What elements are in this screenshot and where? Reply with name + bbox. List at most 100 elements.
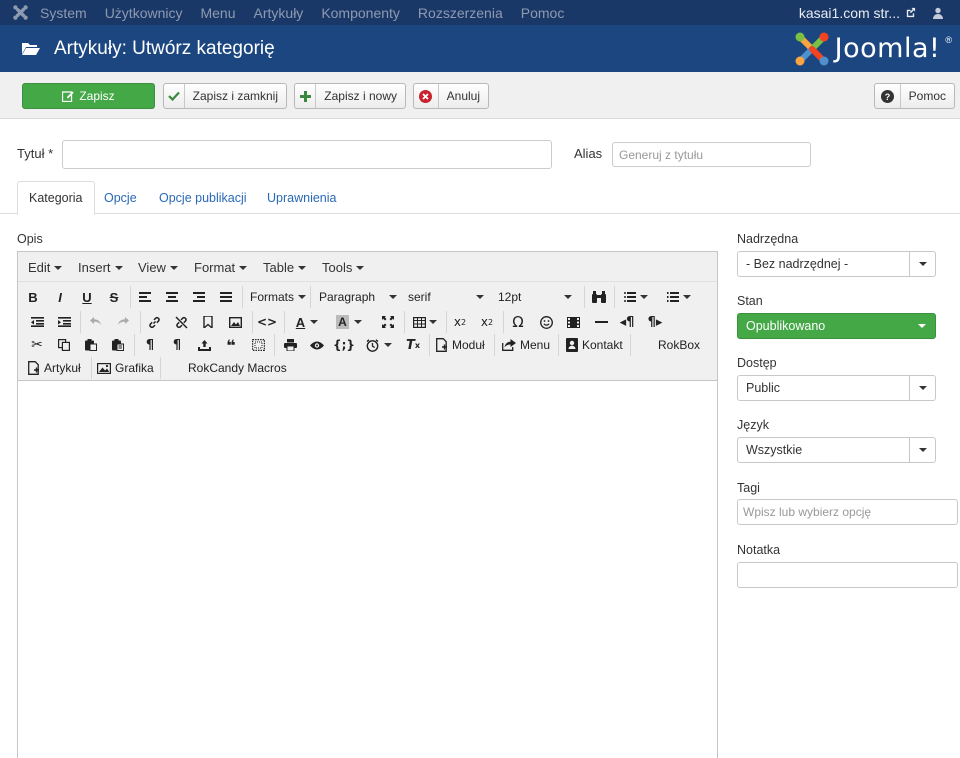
code-icon[interactable]: <>	[257, 313, 277, 331]
article-button[interactable]: Artykuł	[28, 359, 81, 377]
tab-publishing[interactable]: Opcje publikacji	[148, 181, 258, 214]
background-color-icon[interactable]: A	[332, 313, 366, 331]
underline-icon[interactable]: U	[78, 288, 96, 306]
menu-button[interactable]: Menu	[502, 336, 550, 354]
nav-menu[interactable]: Menu	[200, 5, 235, 21]
nav-extensions[interactable]: Rozszerzenia	[418, 5, 503, 21]
module-button[interactable]: Moduł	[436, 336, 485, 354]
insert-icon[interactable]	[195, 336, 213, 354]
access-select[interactable]: Public	[737, 375, 936, 401]
share-icon	[502, 339, 516, 351]
status-select[interactable]: Opublikowano	[737, 313, 936, 339]
nav-users[interactable]: Użytkownicy	[105, 5, 183, 21]
parent-select[interactable]: - Bez nadrzędnej -	[737, 251, 936, 277]
paste-text-icon[interactable]	[109, 336, 127, 354]
copy-icon[interactable]	[55, 336, 73, 354]
paste-icon[interactable]	[82, 336, 100, 354]
rtl-icon[interactable]: ¶▸	[646, 313, 664, 331]
rokbox-button[interactable]: RokBox	[658, 336, 700, 354]
cut-icon[interactable]: ✂	[28, 336, 46, 354]
cancel-button[interactable]: Anuluj	[413, 83, 489, 109]
code-sample-icon[interactable]: {;}	[333, 336, 355, 354]
nav-articles[interactable]: Artykuły	[254, 5, 304, 21]
redo-icon[interactable]	[114, 313, 132, 331]
bookmark-icon[interactable]	[199, 313, 217, 331]
tab-options[interactable]: Opcje	[93, 181, 148, 214]
numbered-list-icon[interactable]	[664, 288, 694, 306]
align-center-icon[interactable]	[163, 288, 181, 306]
align-right-icon[interactable]	[190, 288, 208, 306]
note-input[interactable]	[737, 562, 958, 588]
user-icon[interactable]	[916, 7, 960, 19]
subscript-icon[interactable]: x2	[451, 313, 469, 331]
indent-icon[interactable]	[55, 313, 73, 331]
emoticons-icon[interactable]	[537, 313, 555, 331]
link-icon[interactable]	[145, 313, 163, 331]
help-button[interactable]: ? Pomoc	[874, 83, 955, 109]
language-select[interactable]: Wszystkie	[737, 437, 936, 463]
status-label: Stan	[737, 294, 763, 308]
font-family-label: serif	[408, 290, 431, 304]
unlink-icon[interactable]	[172, 313, 190, 331]
bold-icon[interactable]: B	[24, 288, 42, 306]
image-button[interactable]: Grafika	[97, 359, 154, 377]
nav-components[interactable]: Komponenty	[321, 5, 400, 21]
editor-menu-format[interactable]: Format	[194, 260, 248, 275]
outdent-icon[interactable]	[28, 313, 46, 331]
editor-content-area[interactable]	[18, 382, 717, 758]
ltr-icon[interactable]: ◂¶	[618, 313, 636, 331]
editor-menu-insert[interactable]: Insert	[78, 260, 123, 275]
special-char-icon[interactable]: Ω	[509, 313, 527, 331]
table-icon[interactable]	[410, 313, 440, 331]
save-button[interactable]: Zapisz	[22, 83, 155, 109]
joomla-logo-icon[interactable]	[0, 0, 40, 25]
italic-icon[interactable]: I	[51, 288, 69, 306]
editor-menu-tools[interactable]: Tools	[322, 260, 365, 275]
nav-system[interactable]: System	[40, 5, 87, 21]
insert-datetime-icon[interactable]	[363, 336, 395, 354]
top-navbar: System Użytkownicy Menu Artykuły Kompone…	[0, 0, 960, 25]
preview-icon[interactable]	[308, 336, 326, 354]
text-color-icon[interactable]: A	[291, 313, 323, 331]
align-justify-icon[interactable]	[217, 288, 235, 306]
clear-formatting-icon[interactable]: Tx	[404, 336, 422, 354]
superscript-icon[interactable]: x2	[478, 313, 496, 331]
visual-chars-icon[interactable]: ¶	[168, 336, 186, 354]
formats-dropdown[interactable]: Formats	[250, 288, 307, 306]
caret-icon	[239, 265, 248, 270]
tags-input[interactable]	[737, 499, 958, 525]
show-blocks-icon[interactable]: ¶	[141, 336, 159, 354]
contact-button[interactable]: Kontakt	[566, 336, 623, 354]
visual-aid-icon[interactable]	[249, 336, 267, 354]
block-format-dropdown[interactable]: Paragraph	[319, 288, 397, 306]
fullscreen-icon[interactable]	[379, 313, 397, 331]
tab-category[interactable]: Kategoria	[17, 181, 95, 215]
strikethrough-icon[interactable]: S	[105, 288, 123, 306]
menu-button-label: Menu	[520, 338, 551, 352]
find-replace-icon[interactable]	[590, 288, 608, 306]
editor-menu-view[interactable]: View	[138, 260, 178, 275]
alias-input[interactable]	[612, 142, 811, 167]
blockquote-icon[interactable]: ❝	[222, 336, 240, 355]
caret-icon	[640, 295, 648, 299]
check-icon	[164, 84, 185, 108]
editor-menu-edit[interactable]: Edit	[28, 260, 63, 275]
align-left-icon[interactable]	[136, 288, 154, 306]
rokcandy-button[interactable]: RokCandy Macros	[188, 359, 287, 377]
media-icon[interactable]	[564, 313, 582, 331]
title-input[interactable]	[62, 140, 552, 169]
horizontal-rule-icon[interactable]	[592, 313, 610, 331]
print-icon[interactable]	[281, 336, 299, 354]
save-close-button[interactable]: Zapisz i zamknij	[163, 83, 287, 109]
undo-icon[interactable]	[87, 313, 105, 331]
bullet-list-icon[interactable]	[621, 288, 651, 306]
nav-help[interactable]: Pomoc	[521, 5, 565, 21]
font-size-dropdown[interactable]: 12pt	[498, 288, 572, 306]
site-link[interactable]: kasai1.com str...	[799, 5, 916, 21]
question-circle-icon: ?	[875, 84, 901, 108]
image-icon[interactable]	[226, 313, 244, 331]
editor-menu-table[interactable]: Table	[263, 260, 307, 275]
font-family-dropdown[interactable]: serif	[408, 288, 484, 306]
save-new-button[interactable]: Zapisz i nowy	[294, 83, 406, 109]
tab-permissions[interactable]: Uprawnienia	[256, 181, 347, 214]
